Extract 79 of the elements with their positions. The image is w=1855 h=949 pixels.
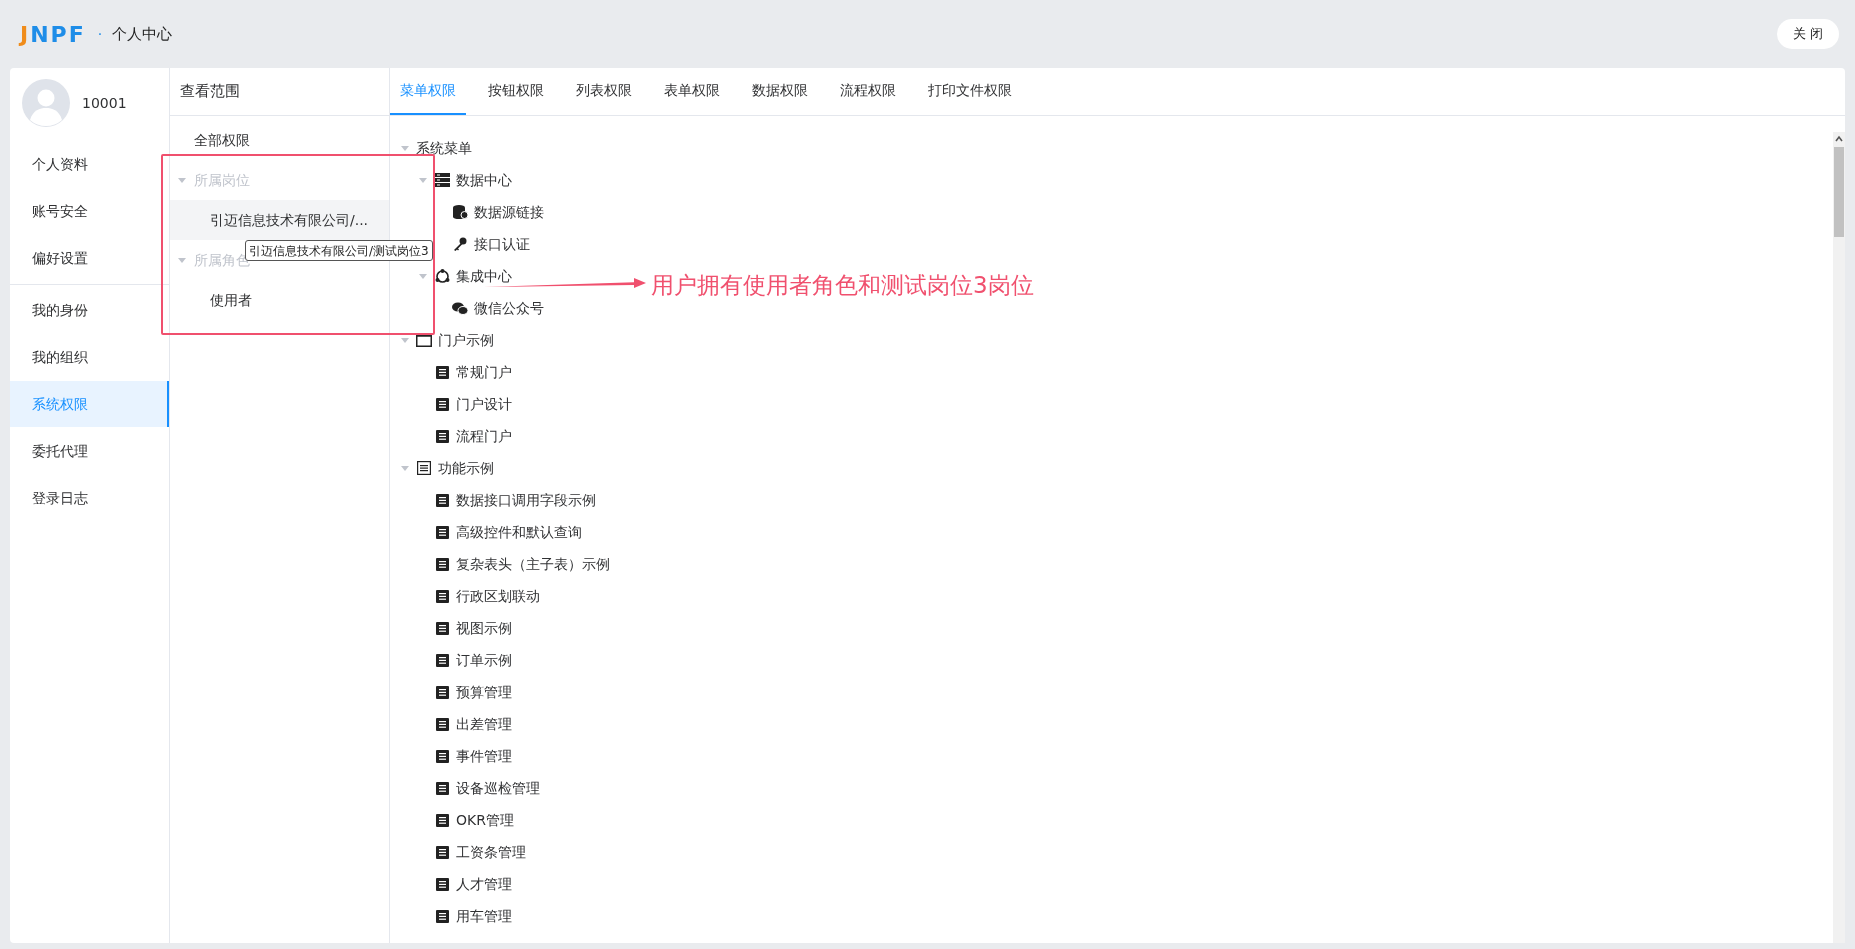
- tree-item-label[interactable]: 行政区划联动: [456, 585, 540, 607]
- document-icon: [435, 685, 449, 699]
- server-icon: [434, 173, 450, 187]
- document-icon: [435, 397, 449, 411]
- document-icon: [435, 653, 449, 667]
- document-icon: [435, 557, 449, 571]
- tree-item-label[interactable]: 系统菜单: [416, 137, 472, 159]
- tree-item-label[interactable]: 工资条管理: [456, 841, 526, 863]
- logo: JNPF: [20, 20, 86, 49]
- scrollbar-thumb[interactable]: [1834, 147, 1844, 237]
- tab[interactable]: 按钮权限: [478, 67, 554, 115]
- document-icon: [435, 845, 449, 859]
- document-icon: [435, 717, 449, 731]
- list-icon: [417, 461, 431, 475]
- tree-item-label[interactable]: 常规门户: [456, 361, 512, 383]
- tree-item-label[interactable]: 出差管理: [456, 713, 512, 735]
- tooltip: 引迈信息技术有限公司/测试岗位3: [245, 240, 433, 261]
- caret-icon[interactable]: [401, 144, 409, 152]
- tree-item-label[interactable]: 预算管理: [456, 681, 512, 703]
- document-icon: [435, 877, 449, 891]
- sidebar-item[interactable]: 账号安全: [10, 188, 169, 234]
- separator-dot: ·: [97, 24, 103, 44]
- scroll-up-icon[interactable]: [1835, 135, 1843, 143]
- tree-item-label[interactable]: OKR管理: [456, 809, 514, 831]
- tree-item-label[interactable]: 设备巡检管理: [456, 777, 540, 799]
- tree-item-label[interactable]: 数据接口调用字段示例: [456, 489, 596, 511]
- caret-icon[interactable]: [419, 272, 427, 280]
- sidebar-item[interactable]: 登录日志: [10, 475, 169, 521]
- tree-item-label[interactable]: 高级控件和默认查询: [456, 521, 582, 543]
- tree-item-label[interactable]: 数据中心: [456, 169, 512, 191]
- sidebar-item[interactable]: 个人资料: [10, 141, 169, 187]
- tab[interactable]: 流程权限: [830, 67, 906, 115]
- user-id: 10001: [82, 93, 127, 113]
- document-icon: [435, 621, 449, 635]
- sidebar-item[interactable]: 委托代理: [10, 428, 169, 474]
- database-icon: [452, 205, 468, 219]
- document-icon: [435, 589, 449, 603]
- tree-item-label[interactable]: 微信公众号: [474, 297, 544, 319]
- tab[interactable]: 数据权限: [742, 67, 818, 115]
- caret-icon[interactable]: [401, 336, 409, 344]
- key-icon: [453, 237, 467, 251]
- document-icon: [435, 813, 449, 827]
- document-icon: [435, 781, 449, 795]
- tree-item-label[interactable]: 订单示例: [456, 649, 512, 671]
- window-icon: [416, 333, 432, 347]
- caret-icon[interactable]: [419, 176, 427, 184]
- tab[interactable]: 表单权限: [654, 67, 730, 115]
- tree-item-label[interactable]: 数据源链接: [474, 201, 544, 223]
- tree-item-label[interactable]: 门户示例: [438, 329, 494, 351]
- document-icon: [435, 429, 449, 443]
- tree-item-label[interactable]: 流程门户: [456, 425, 512, 447]
- document-icon: [435, 909, 449, 923]
- sidebar-item[interactable]: 偏好设置: [10, 235, 169, 281]
- tree-item-label[interactable]: 复杂表头（主子表）示例: [456, 553, 610, 575]
- tree-item-label[interactable]: 功能示例: [438, 457, 494, 479]
- tree-item-label[interactable]: 接口认证: [474, 233, 530, 255]
- scrollbar[interactable]: [1833, 132, 1845, 943]
- tree-item-label[interactable]: 视图示例: [456, 617, 512, 639]
- tree-item-label[interactable]: 用车管理: [456, 905, 512, 927]
- tab[interactable]: 打印文件权限: [918, 67, 1022, 115]
- tree-item-label[interactable]: 集成中心: [456, 265, 512, 287]
- sidebar-item[interactable]: 我的组织: [10, 334, 169, 380]
- document-icon: [435, 525, 449, 539]
- tree-item-label[interactable]: 门户设计: [456, 393, 512, 415]
- avatar-icon: [22, 79, 70, 127]
- caret-icon[interactable]: [401, 464, 409, 472]
- document-icon: [435, 749, 449, 763]
- close-button[interactable]: 关 闭: [1776, 19, 1839, 49]
- scope-title: 查看范围: [170, 68, 389, 116]
- tab[interactable]: 列表权限: [566, 67, 642, 115]
- sidebar-item[interactable]: 我的身份: [10, 287, 169, 333]
- document-icon: [435, 493, 449, 507]
- tree-item-label[interactable]: 事件管理: [456, 745, 512, 767]
- hub-icon: [434, 268, 450, 284]
- document-icon: [435, 365, 449, 379]
- chat-icon: [452, 301, 468, 315]
- tree-item-label[interactable]: 人才管理: [456, 873, 512, 895]
- page-title: 个人中心: [112, 23, 173, 45]
- annotation-text: 用户拥有使用者角色和测试岗位3岗位: [651, 271, 1034, 300]
